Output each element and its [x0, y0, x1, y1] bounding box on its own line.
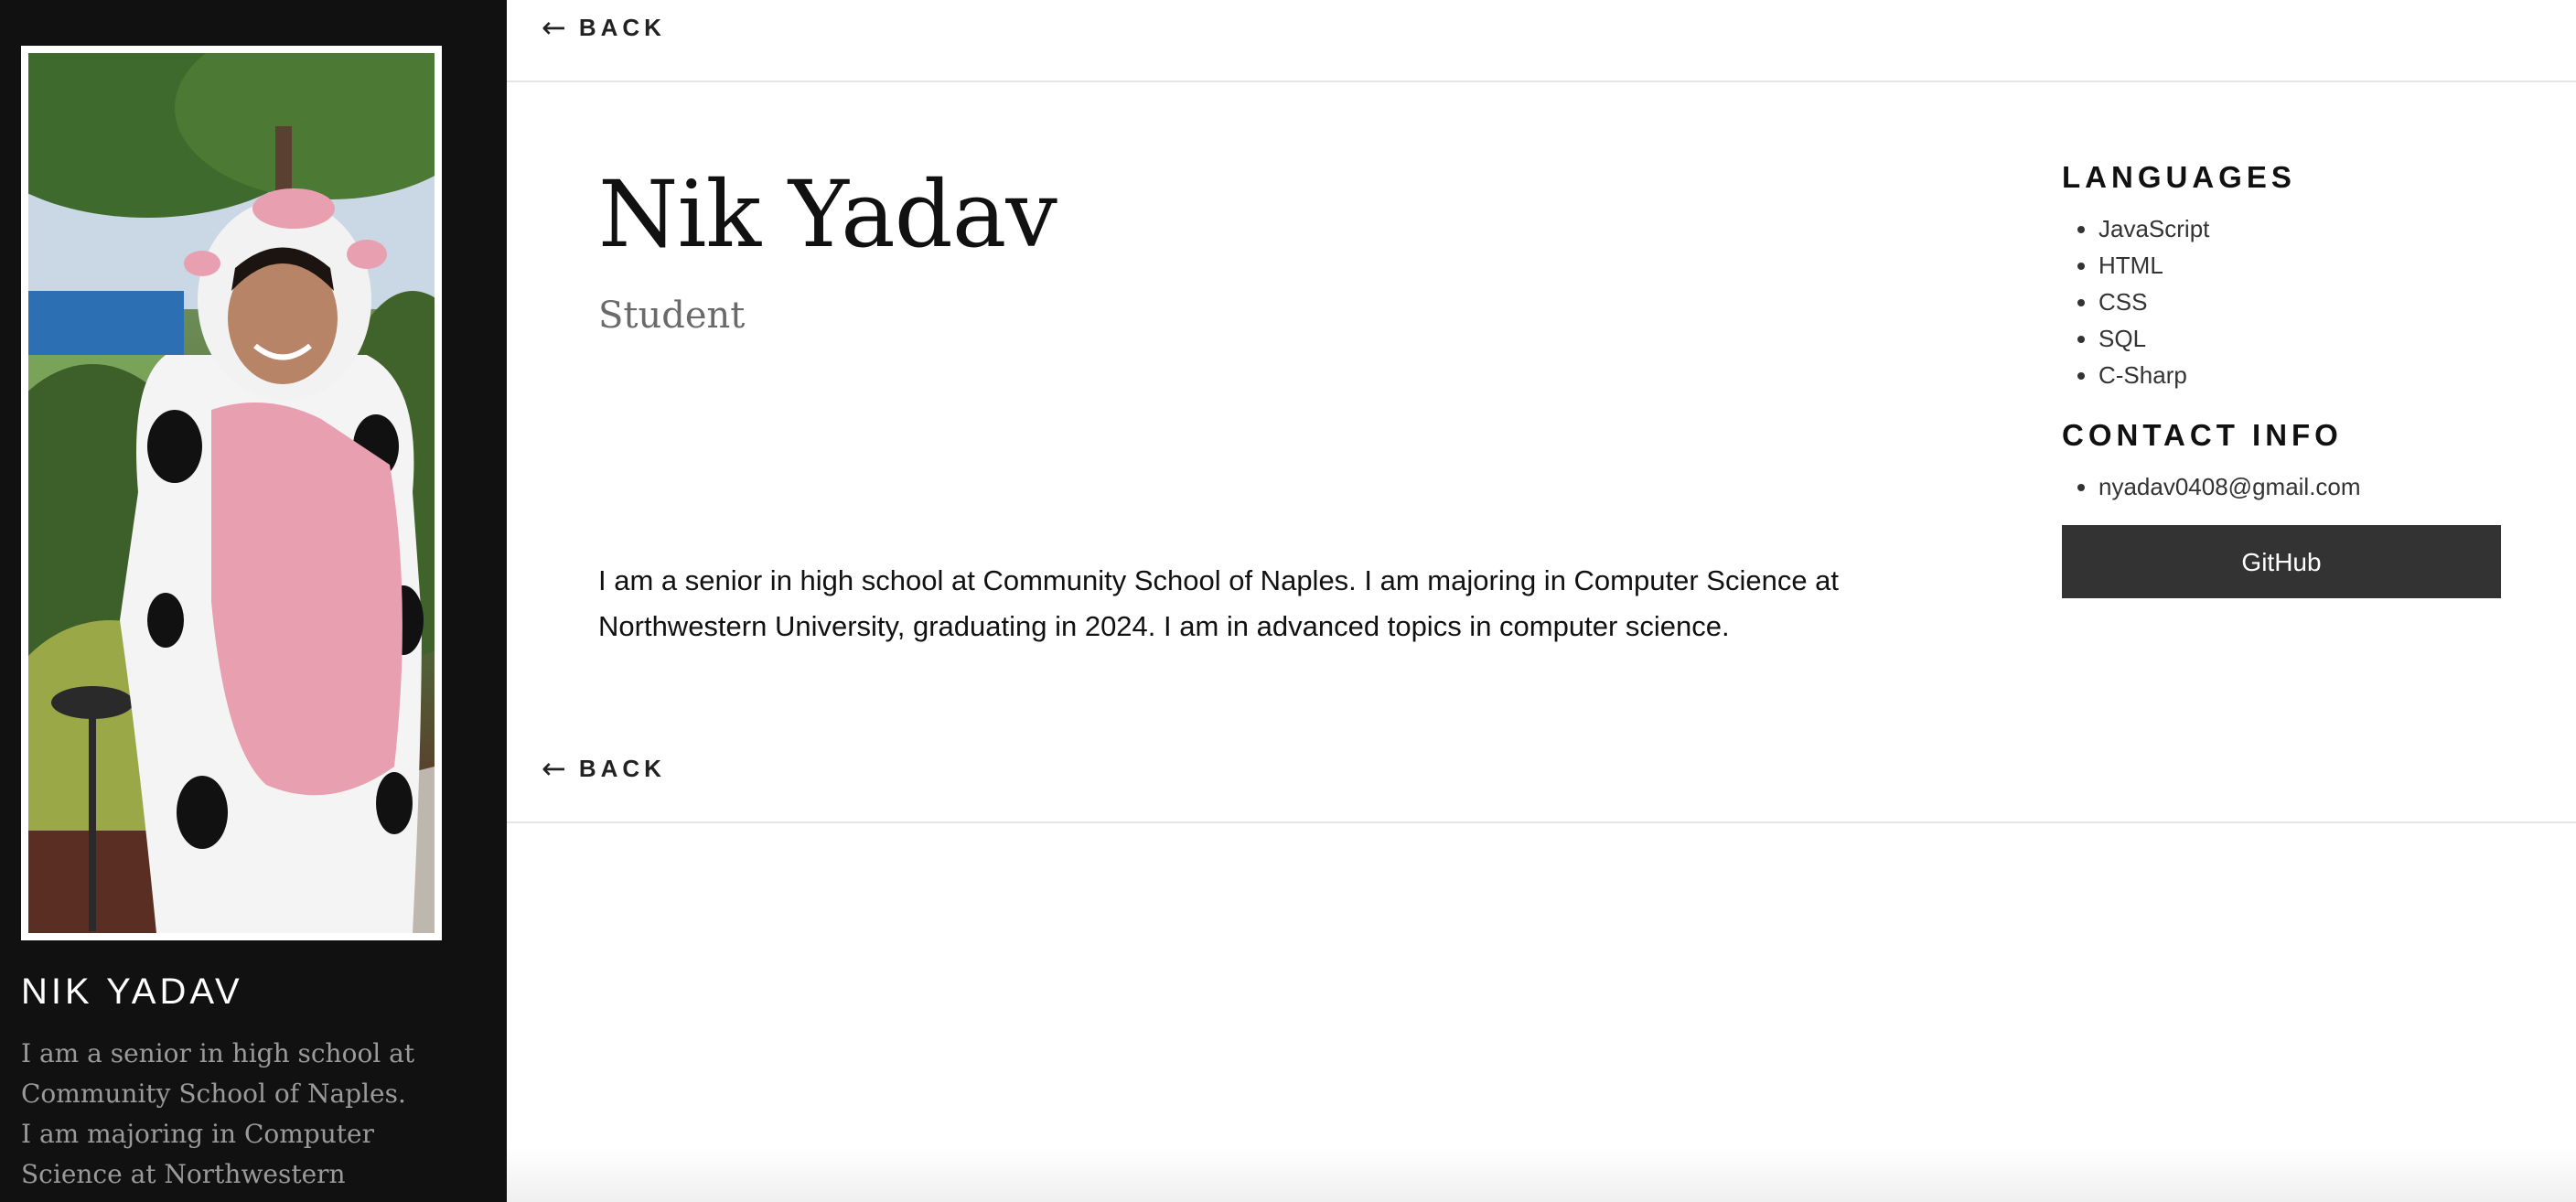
language-item: SQL	[2098, 320, 2501, 357]
bottom-shade	[507, 1147, 2576, 1202]
profile-photo-illustration	[28, 53, 435, 933]
back-label: BACK	[578, 754, 666, 782]
profile-sidebar: NIK YADAV I am a senior in high school a…	[0, 0, 507, 1202]
github-button[interactable]: GitHub	[2062, 525, 2501, 598]
back-label: BACK	[578, 13, 666, 41]
contact-heading: CONTACT INFO	[2062, 418, 2343, 452]
profile-description: I am a senior in high school at Communit…	[598, 564, 1840, 642]
contact-list: nyadav0408@gmail.com	[2062, 468, 2501, 505]
languages-heading: LANGUAGES	[2062, 160, 2296, 194]
page-subtitle: Student	[598, 295, 746, 337]
language-item: HTML	[2098, 247, 2501, 284]
contact-email: nyadav0408@gmail.com	[2098, 468, 2501, 505]
language-item: CSS	[2098, 284, 2501, 320]
profile-details: LANGUAGES JavaScript HTML CSS SQL C-Shar…	[2062, 156, 2501, 598]
back-link-top[interactable]: ← BACK	[542, 11, 666, 44]
page-title: Nik Yadav	[598, 161, 1057, 268]
arrow-left-icon: ←	[542, 10, 566, 45]
bottom-back-bar: ← BACK	[507, 741, 2576, 823]
language-item: C-Sharp	[2098, 357, 2501, 393]
back-link-bottom[interactable]: ← BACK	[542, 752, 666, 785]
language-item: JavaScript	[2098, 210, 2501, 247]
arrow-left-icon: ←	[542, 751, 566, 786]
sidebar-name: NIK YADAV	[21, 971, 243, 1012]
main-content: ← BACK Nik Yadav Student I am a senior i…	[507, 0, 2576, 1202]
profile-photo	[28, 53, 435, 933]
sidebar-bio: I am a senior in high school at Communit…	[21, 1038, 415, 1189]
profile-photo-frame	[21, 46, 442, 940]
languages-list: JavaScript HTML CSS SQL C-Sharp	[2062, 210, 2501, 393]
top-back-bar: ← BACK	[507, 0, 2576, 82]
